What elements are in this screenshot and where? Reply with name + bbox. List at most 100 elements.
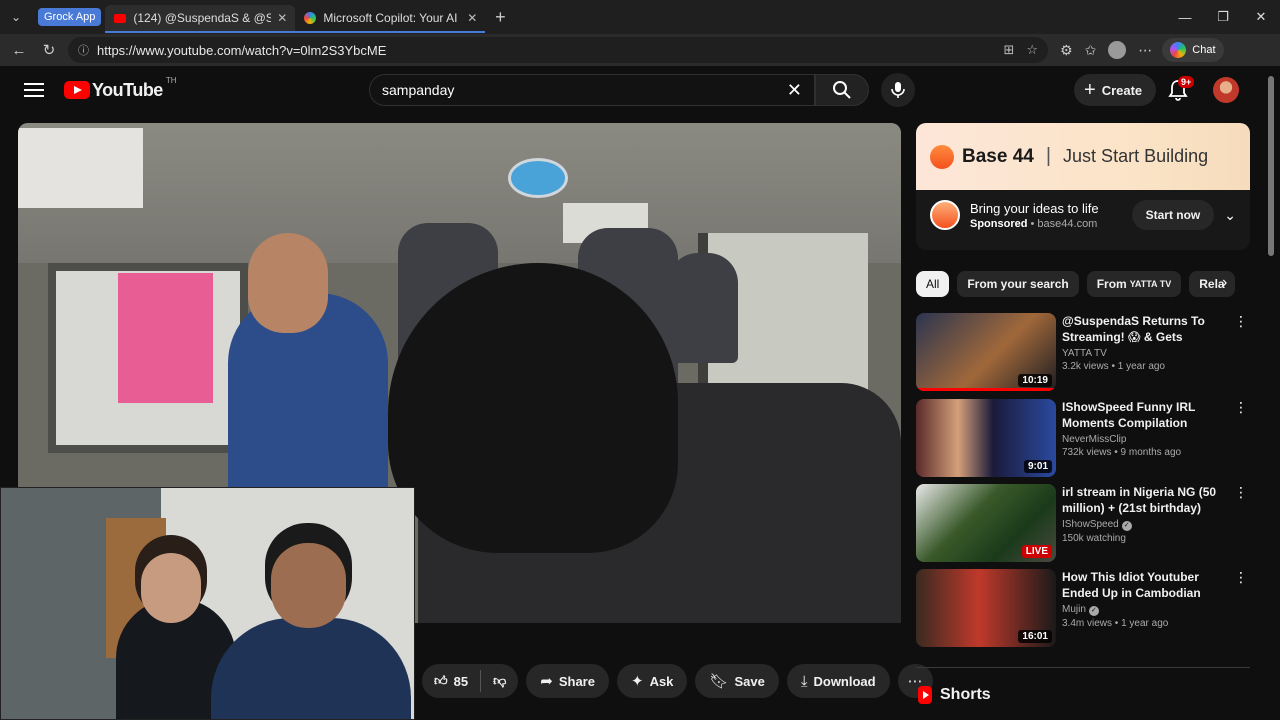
start-now-button[interactable]: Start now xyxy=(1131,200,1215,230)
more-menu-icon[interactable]: ⋯ xyxy=(1138,42,1152,59)
search-button[interactable] xyxy=(815,74,869,106)
scrollbar-thumb[interactable] xyxy=(1268,76,1274,256)
browser-titlebar: ⌄ Grock App (124) @SuspendaS & @SamPanda… xyxy=(0,0,1280,34)
video-title[interactable]: IShowSpeed Funny IRL Moments Compilation xyxy=(1062,399,1234,431)
channel-name[interactable]: IShowSpeed xyxy=(1062,519,1119,530)
favorites-icon[interactable]: ✩ xyxy=(1085,42,1097,59)
cam-frame-person xyxy=(141,553,201,623)
copilot-favicon-icon xyxy=(303,11,317,25)
list-item[interactable]: LIVE irl stream in Nigeria NG (50 millio… xyxy=(916,484,1250,562)
list-item[interactable]: 9:01 IShowSpeed Funny IRL Moments Compil… xyxy=(916,399,1250,477)
back-button[interactable]: ← xyxy=(4,35,34,65)
dislike-button[interactable]: 👎︎ xyxy=(481,673,518,689)
close-window-icon[interactable]: ✕ xyxy=(1242,0,1280,34)
list-item[interactable]: 10:19 @SuspendaS Returns To Streaming! 😱… xyxy=(916,313,1250,391)
ad-banner[interactable]: Base 44 | Just Start Building xyxy=(916,123,1250,190)
video-thumbnail[interactable]: LIVE xyxy=(916,484,1056,562)
video-frame-person xyxy=(388,263,678,553)
search-query: sampanday xyxy=(382,82,455,98)
video-title[interactable]: How This Idiot Youtuber Ended Up in Camb… xyxy=(1062,569,1234,601)
chip-related[interactable]: Rela xyxy=(1189,271,1235,297)
base44-logo-icon xyxy=(930,144,954,169)
more-vertical-icon[interactable]: ⋮ xyxy=(1234,484,1248,562)
microphone-icon xyxy=(891,82,905,98)
more-vertical-icon[interactable]: ⋮ xyxy=(1234,569,1248,647)
list-item[interactable]: 16:01 How This Idiot Youtuber Ended Up i… xyxy=(916,569,1250,647)
bookmark-icon: 🔖︎ xyxy=(709,673,729,690)
tab-youtube[interactable]: (124) @SuspendaS & @SamPanday ✕ xyxy=(105,5,296,33)
ad-title[interactable]: Bring your ideas to life xyxy=(970,201,1132,216)
save-button[interactable]: 🔖︎ Save xyxy=(695,664,779,698)
shorts-section-header[interactable]: Shorts xyxy=(918,686,991,704)
copilot-icon xyxy=(1170,42,1187,58)
logo-text: YouTube xyxy=(92,79,163,100)
video-stats: 150k watching xyxy=(1062,533,1126,544)
ad-brand: Base 44 xyxy=(962,145,1034,167)
chevron-down-icon[interactable]: ⌄ xyxy=(1224,207,1236,224)
share-button[interactable]: ➦ Share xyxy=(526,664,609,698)
clear-search-icon[interactable]: ✕ xyxy=(787,80,802,101)
page-scrollbar[interactable] xyxy=(1266,66,1276,720)
close-icon[interactable]: ✕ xyxy=(277,11,287,25)
thumbs-up-icon: 👍︎ xyxy=(434,673,448,688)
youtube-page: YouTube TH sampanday ✕ + Create 9+ 👍︎ 85… xyxy=(0,66,1280,720)
share-arrow-icon: ➦ xyxy=(540,673,553,690)
divider: | xyxy=(1045,145,1052,167)
like-count: 85 xyxy=(453,673,469,689)
video-thumbnail[interactable]: 10:19 xyxy=(916,313,1056,391)
channel-name[interactable]: YATTA TV xyxy=(1062,348,1234,359)
video-title[interactable]: irl stream in Nigeria NG (50 million) + … xyxy=(1062,484,1234,516)
site-info-icon[interactable]: ⓘ xyxy=(78,42,89,58)
masthead: YouTube TH sampanday ✕ + Create 9+ xyxy=(0,66,1265,114)
tab-copilot[interactable]: Microsoft Copilot: Your AI companion ✕ xyxy=(295,5,486,33)
download-button[interactable]: ⤓ Download xyxy=(786,664,890,698)
duration-badge: 9:01 xyxy=(1023,460,1052,473)
share-label: Share xyxy=(558,673,595,689)
more-vertical-icon[interactable]: ⋮ xyxy=(1234,399,1248,477)
ad-card[interactable]: Base 44 | Just Start Building Bring your… xyxy=(916,123,1250,250)
favorite-star-icon[interactable]: ☆ xyxy=(1026,42,1038,58)
ad-meta: Sponsored • base44.com xyxy=(970,217,1098,230)
chevron-right-icon[interactable]: › xyxy=(1222,274,1227,292)
channel-name[interactable]: NeverMissClip xyxy=(1062,434,1234,445)
video-thumbnail[interactable]: 16:01 xyxy=(916,569,1056,647)
duration-badge: 16:01 xyxy=(1018,630,1052,643)
chip-from-your-search[interactable]: From your search xyxy=(957,271,1079,297)
tab-actions-menu[interactable]: ⌄ xyxy=(0,0,32,34)
minimize-icon[interactable]: — xyxy=(1166,0,1204,34)
chip-all[interactable]: All xyxy=(916,271,950,297)
close-icon[interactable]: ✕ xyxy=(467,11,477,25)
refresh-icon: ↻ xyxy=(42,42,56,59)
video-title[interactable]: @SuspendaS Returns To Streaming! 😱 & Get… xyxy=(1062,313,1234,345)
voice-search-button[interactable] xyxy=(881,73,915,107)
copilot-chat-button[interactable]: Chat xyxy=(1162,38,1224,62)
menu-icon[interactable] xyxy=(24,83,44,97)
more-vertical-icon[interactable]: ⋮ xyxy=(1234,313,1248,391)
tab-group-label[interactable]: Grock App xyxy=(38,8,102,26)
advertiser-avatar[interactable] xyxy=(930,200,960,230)
ad-body: Bring your ideas to life Sponsored • bas… xyxy=(916,190,1250,240)
browser-toolbar: ← ↻ ⓘ https://www.youtube.com/watch?v=0l… xyxy=(0,34,1280,66)
youtube-logo[interactable]: YouTube TH xyxy=(64,76,177,101)
new-tab-button[interactable]: + xyxy=(485,7,515,28)
search-icon xyxy=(833,81,851,99)
create-button[interactable]: + Create xyxy=(1074,74,1157,106)
refresh-button[interactable]: ↻ xyxy=(34,35,64,65)
watch-progress-bar xyxy=(916,388,1056,391)
apps-icon[interactable]: ⊞ xyxy=(1003,42,1014,58)
channel-name[interactable]: Mujin xyxy=(1062,604,1086,615)
ask-button[interactable]: ✦ Ask xyxy=(616,664,688,698)
chip-from-yatta-tv[interactable]: From YATTA TV xyxy=(1086,271,1182,297)
search-input[interactable]: sampanday ✕ xyxy=(369,74,815,106)
extensions-icon[interactable]: ⚙ xyxy=(1060,42,1073,59)
account-avatar[interactable] xyxy=(1213,77,1239,103)
profile-avatar[interactable] xyxy=(1108,41,1127,59)
address-bar[interactable]: ⓘ https://www.youtube.com/watch?v=0lm2S3… xyxy=(68,37,1048,63)
maximize-icon[interactable]: ❐ xyxy=(1204,0,1242,34)
like-button[interactable]: 👍︎ 85 xyxy=(422,673,480,689)
divider xyxy=(916,667,1250,668)
filter-chips: All From your search From YATTA TV Rela xyxy=(916,271,1246,299)
tab-label: (124) @SuspendaS & @SamPanday xyxy=(133,11,272,25)
verified-icon: ✓ xyxy=(1121,521,1132,531)
video-thumbnail[interactable]: 9:01 xyxy=(916,399,1056,477)
